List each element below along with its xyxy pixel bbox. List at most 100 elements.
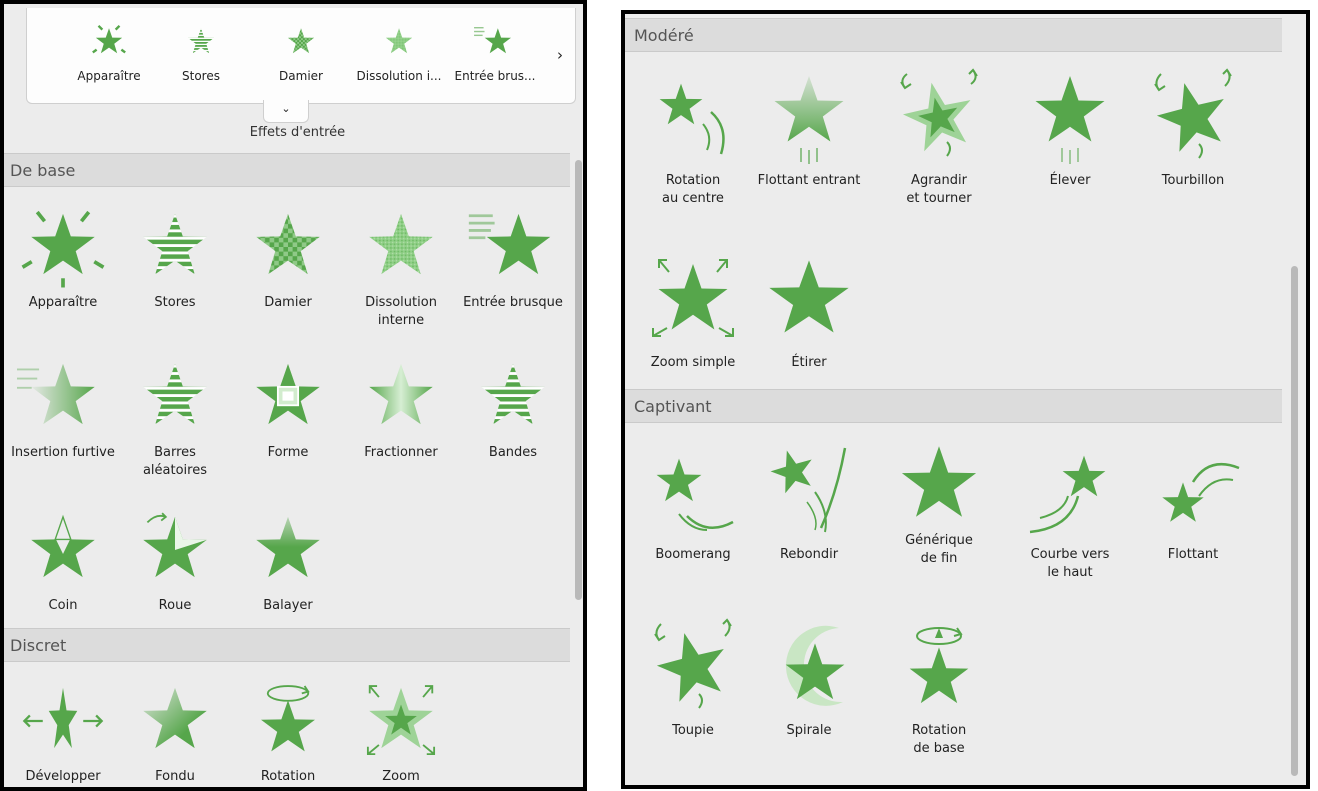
star-float-in-icon — [774, 76, 844, 164]
effect-boomerang[interactable]: Boomerang — [635, 442, 751, 564]
effect-label: Courbe vers le haut — [1030, 547, 1110, 580]
effect-developper[interactable]: Développer — [5, 678, 121, 786]
effect-roue[interactable]: Roue — [117, 507, 233, 615]
star-plain-icon — [901, 446, 977, 517]
effect-spirale[interactable]: Spirale — [751, 618, 867, 740]
effect-dissolution-interne[interactable]: Dissolution interne — [343, 204, 459, 330]
ribbon-effect-label: Dissolution i... — [356, 69, 442, 83]
effect-agrandir-et-tourner[interactable]: Agrandir et tourner — [881, 68, 997, 208]
effect-balayer[interactable]: Balayer — [230, 507, 346, 615]
effect-stores[interactable]: Stores — [117, 204, 233, 312]
effect-entree-brusque[interactable]: Entrée brusque — [455, 204, 571, 312]
ribbon-effect-label: Apparaître — [77, 69, 141, 83]
star-stripes-icon — [481, 363, 545, 425]
effects-ribbon: Apparaître Stores Damier Dissolution i..… — [26, 8, 576, 104]
effect-label: Boomerang — [655, 547, 731, 562]
effect-elever[interactable]: Élever — [1012, 68, 1128, 190]
ribbon-effect-label: Entrée brus... — [454, 69, 536, 83]
effect-coin[interactable]: Coin — [5, 507, 121, 615]
effect-label: Coin — [48, 598, 78, 613]
effect-label: Dissolution interne — [365, 295, 437, 328]
effect-courbe-vers-le-haut[interactable]: Courbe vers le haut — [1012, 442, 1128, 582]
star-fade-left-icon — [17, 363, 95, 425]
effect-label: Fractionner — [364, 445, 438, 460]
star-spin-icon — [1150, 68, 1234, 159]
star-burst-icon — [21, 210, 105, 288]
effect-apparaitre[interactable]: Apparaître — [5, 204, 121, 312]
effect-rotation-au-centre[interactable]: Rotation au centre — [635, 68, 751, 208]
effect-rebondir[interactable]: Rebondir — [751, 442, 867, 564]
ribbon-effect-damier[interactable]: Damier — [251, 22, 351, 83]
scrollbar[interactable] — [575, 160, 582, 600]
effect-damier[interactable]: Damier — [230, 204, 346, 312]
star-lines-icon — [468, 213, 551, 275]
effect-label: Balayer — [263, 598, 313, 613]
ribbon-effect-stores[interactable]: Stores — [151, 22, 251, 83]
ribbon-effect-entree-brusque[interactable]: Entrée brus... — [445, 22, 545, 83]
expand-ribbon-button[interactable]: ⌄ — [263, 100, 309, 123]
effect-zoom-simple[interactable]: Zoom simple — [635, 250, 751, 372]
star-rotate-icon — [909, 627, 969, 704]
star-stripes-icon — [143, 213, 207, 275]
section-header-captivant: Captivant — [625, 389, 1282, 423]
star-swing-icon — [659, 83, 725, 155]
effect-label: Étirer — [791, 355, 827, 370]
ribbon-effect-label: Damier — [279, 69, 323, 83]
effect-tourbillon[interactable]: Tourbillon — [1135, 68, 1251, 190]
star-rise-icon — [1035, 76, 1105, 164]
effect-label: Roue — [158, 598, 192, 613]
section-header-modere: Modéré — [625, 18, 1282, 52]
star-boomerang-icon — [656, 458, 734, 531]
star-lines-icon — [474, 27, 511, 54]
effect-flottant[interactable]: Flottant — [1135, 442, 1251, 564]
ribbon-effect-dissolution[interactable]: Dissolution i... — [349, 22, 449, 83]
effect-bandes[interactable]: Bandes — [455, 354, 571, 462]
star-wheel-icon — [143, 512, 207, 578]
star-zoom-icon — [366, 685, 436, 756]
star-curve-up-icon — [1029, 455, 1106, 534]
effect-flottant-entrant[interactable]: Flottant entrant — [751, 68, 867, 190]
effect-generique-de-fin[interactable]: Générique de fin — [881, 442, 997, 568]
effect-rotation-de-base[interactable]: Rotation de base — [881, 618, 997, 758]
star-grow-turn-icon — [897, 68, 979, 157]
effect-label: Barres aléatoires — [142, 445, 208, 478]
star-checker-icon — [256, 213, 320, 275]
chevron-right-icon[interactable]: › — [553, 46, 567, 64]
effect-label: Forme — [267, 445, 309, 460]
effect-label: Agrandir et tourner — [906, 173, 972, 206]
effect-label: Rotation au centre — [662, 173, 724, 206]
star-checker-icon — [287, 28, 315, 54]
effect-barres-aleatoires[interactable]: Barres aléatoires — [117, 354, 233, 480]
effect-label: Flottant — [1167, 547, 1219, 562]
star-spiral-icon — [785, 625, 845, 706]
effect-zoom[interactable]: Zoom — [343, 678, 459, 786]
effect-toupie[interactable]: Toupie — [635, 618, 751, 740]
star-plain-icon — [769, 260, 849, 333]
effect-label: Fondu — [155, 769, 195, 784]
ribbon-effect-apparaitre[interactable]: Apparaître — [59, 22, 159, 83]
scrollbar[interactable] — [1291, 266, 1298, 776]
star-dissolve-icon — [385, 28, 413, 54]
effect-label: Apparaître — [28, 295, 98, 310]
effect-fondu[interactable]: Fondu — [117, 678, 233, 786]
effect-label: Toupie — [672, 723, 714, 738]
effect-label: Rotation de base — [911, 723, 967, 756]
star-fade-icon — [143, 687, 207, 749]
effect-etirer[interactable]: Étirer — [751, 250, 867, 372]
star-zoom-icon — [652, 259, 734, 337]
star-dissolve-icon — [369, 213, 433, 275]
star-expand-icon — [22, 687, 104, 749]
effect-fractionner[interactable]: Fractionner — [343, 354, 459, 462]
effect-label: Zoom simple — [650, 355, 736, 370]
effect-label: Spirale — [786, 723, 832, 738]
effect-label: Damier — [264, 295, 312, 310]
effect-insertion-furtive[interactable]: Insertion furtive — [5, 354, 121, 462]
star-spin-icon — [650, 618, 734, 709]
effect-label: Zoom — [382, 769, 420, 784]
star-stripes-icon — [143, 363, 207, 425]
chevron-down-icon: ⌄ — [281, 102, 291, 115]
effect-rotation[interactable]: Rotation — [230, 678, 346, 786]
ribbon-caption: Effets d'entrée — [249, 125, 346, 140]
effect-label: Flottant entrant — [757, 173, 861, 188]
effect-forme[interactable]: Forme — [230, 354, 346, 462]
